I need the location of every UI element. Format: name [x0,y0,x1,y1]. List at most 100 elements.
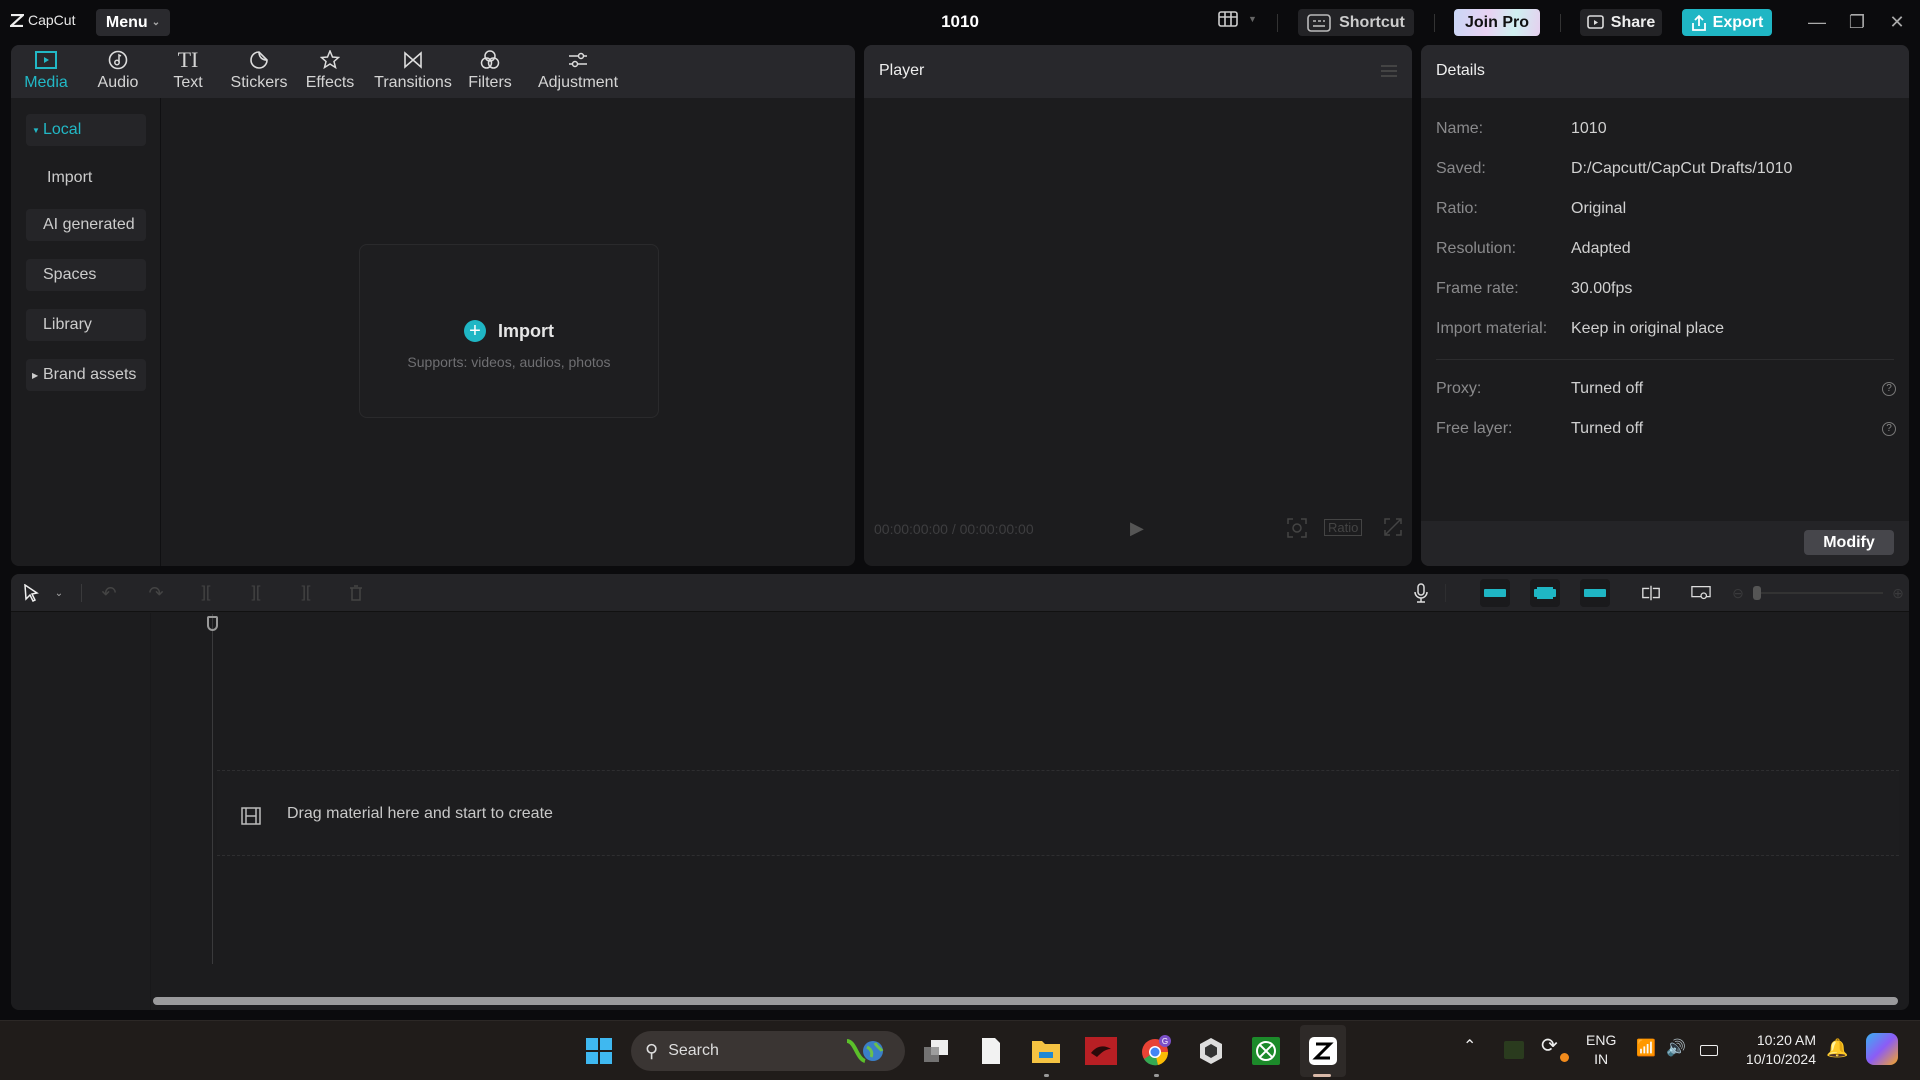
layout-icon [1218,11,1238,27]
taskbar-search[interactable]: ⚲ Search [631,1031,905,1071]
help-icon[interactable]: ? [1882,382,1896,396]
notification-bell-icon[interactable]: 🔔 [1826,1039,1848,1058]
preview-axis-icon[interactable] [1641,583,1661,603]
split-right-icon[interactable]: ][ [296,583,316,603]
tab-filters[interactable]: Filters [455,48,525,98]
split-left-icon[interactable]: ][ [246,583,266,603]
minimize-icon[interactable]: — [1805,10,1829,34]
file-explorer-icon[interactable] [1030,1035,1062,1067]
total-time: 00:00:00:00 [959,521,1034,537]
import-button[interactable]: + Import [360,320,658,342]
shortcut-button[interactable]: Shortcut [1298,9,1414,36]
linkage-toggle[interactable] [1580,579,1610,607]
task-view-icon[interactable] [920,1035,952,1067]
detail-label: Name: [1436,120,1484,137]
language-indicator[interactable]: ENG IN [1586,1031,1616,1069]
windows-start-icon[interactable] [583,1035,615,1067]
tab-audio[interactable]: Audio [83,48,153,98]
auto-snap-toggle[interactable] [1530,579,1560,607]
unity-hub-icon[interactable] [1195,1035,1227,1067]
tab-transitions[interactable]: Transitions [373,48,453,98]
join-pro-button[interactable]: Join Pro [1454,9,1540,36]
modify-button[interactable]: Modify [1804,530,1894,555]
sidebar-item-brand-assets[interactable]: ▶ Brand assets [26,359,146,391]
divider [1434,14,1435,32]
red-app-icon[interactable] [1085,1035,1117,1067]
layout-button[interactable]: ▼ [1218,11,1257,27]
zoom-in-icon[interactable]: ⊕ [1888,583,1908,603]
tab-media[interactable]: Media [11,48,81,98]
close-icon[interactable]: ✕ [1885,10,1909,34]
film-icon [241,807,261,830]
show-hidden-icons[interactable]: ⌃ [1463,1037,1476,1056]
detail-label: Proxy: [1436,380,1482,397]
fit-screen-icon[interactable] [1287,518,1307,541]
xbox-icon[interactable] [1250,1035,1282,1067]
detail-row-proxy: Proxy: Turned off? [1436,380,1896,398]
zoom-slider[interactable] [1753,592,1883,594]
play-icon[interactable]: ▶ [1130,518,1144,539]
menu-icon[interactable] [1381,65,1397,77]
player-controls: 00:00:00:00 / 00:00:00:00 ▶ Ratio [864,515,1412,545]
timeline-scrollbar[interactable] [153,997,1898,1005]
sidebar-item-library[interactable]: Library [26,309,146,341]
microphone-icon[interactable] [1411,583,1431,603]
playhead[interactable] [212,614,213,964]
redo-icon[interactable]: ↷ [146,583,166,603]
sidebar-item-spaces[interactable]: Spaces [26,259,146,291]
restore-icon[interactable]: ❐ [1845,10,1869,34]
sync-icon[interactable]: ⟳ [1541,1036,1558,1056]
tab-text[interactable]: TI Text [153,47,223,98]
upload-icon [1691,14,1706,31]
sync-badge [1560,1053,1569,1062]
menu-button[interactable]: Menu ⌄ [96,9,170,36]
divider [81,584,82,602]
share-button[interactable]: Share [1580,9,1662,36]
clock[interactable]: 10:20 AM 10/10/2024 [1736,1031,1816,1069]
detail-label: Resolution: [1436,240,1517,257]
battery-icon[interactable] [1700,1045,1718,1056]
tab-effects[interactable]: Effects [295,48,365,98]
sidebar-item-import[interactable]: Import [26,162,146,194]
notepad-icon[interactable] [975,1035,1007,1067]
zoom-slider-handle[interactable] [1753,586,1761,600]
delete-icon[interactable] [346,583,366,603]
wifi-icon[interactable]: 📶 [1636,1039,1656,1058]
chrome-icon[interactable]: G [1140,1035,1172,1067]
export-button[interactable]: Export [1682,9,1772,36]
zoom-out-icon[interactable]: ⊖ [1728,583,1748,603]
undo-icon[interactable]: ↶ [99,583,119,603]
capcut-taskbar-icon[interactable] [1307,1035,1339,1067]
import-dropzone[interactable]: + Import Supports: videos, audios, photo… [359,244,659,418]
tab-adjustment[interactable]: Adjustment [529,48,627,98]
tab-stickers[interactable]: Stickers [224,48,294,98]
chevron-down-icon[interactable]: ⌄ [49,583,69,603]
volume-icon[interactable]: 🔊 [1666,1039,1686,1058]
details-title: Details [1436,62,1485,79]
timeline-toolbar: ⌄ ↶ ↷ ][ ][ ][ ⊖ ⊕ [11,574,1909,612]
sidebar-item-ai-generated[interactable]: AI generated [26,209,146,241]
clock-date: 10/10/2024 [1745,1051,1816,1067]
tab-label: Filters [468,74,512,91]
export-label: Export [1712,13,1764,31]
globe-ribbon-icon [841,1037,891,1065]
detail-label: Import material: [1436,320,1548,337]
select-tool-icon[interactable] [21,583,41,603]
fullscreen-icon[interactable] [1384,518,1402,539]
share-label: Share [1610,13,1656,31]
main-track-magnet-toggle[interactable] [1480,579,1510,607]
split-icon[interactable]: ][ [196,583,216,603]
nvidia-icon[interactable] [1504,1041,1524,1059]
help-icon[interactable]: ? [1882,422,1896,436]
ratio-button[interactable]: Ratio [1324,519,1363,536]
details-footer: Modify [1421,521,1909,566]
playhead-handle[interactable] [207,616,218,631]
filters-icon [479,48,501,72]
detail-value: Turned off [1571,420,1644,437]
magnet-icon [1484,589,1506,597]
zoom-fit-icon[interactable] [1691,583,1711,603]
media-tabs: Media Audio TI Text Stickers Effects Tra… [11,45,855,98]
main-track-dropzone[interactable]: Drag material here and start to create [217,770,1899,856]
copilot-icon[interactable] [1866,1033,1898,1065]
sidebar-item-local[interactable]: ▼ Local [26,114,146,146]
